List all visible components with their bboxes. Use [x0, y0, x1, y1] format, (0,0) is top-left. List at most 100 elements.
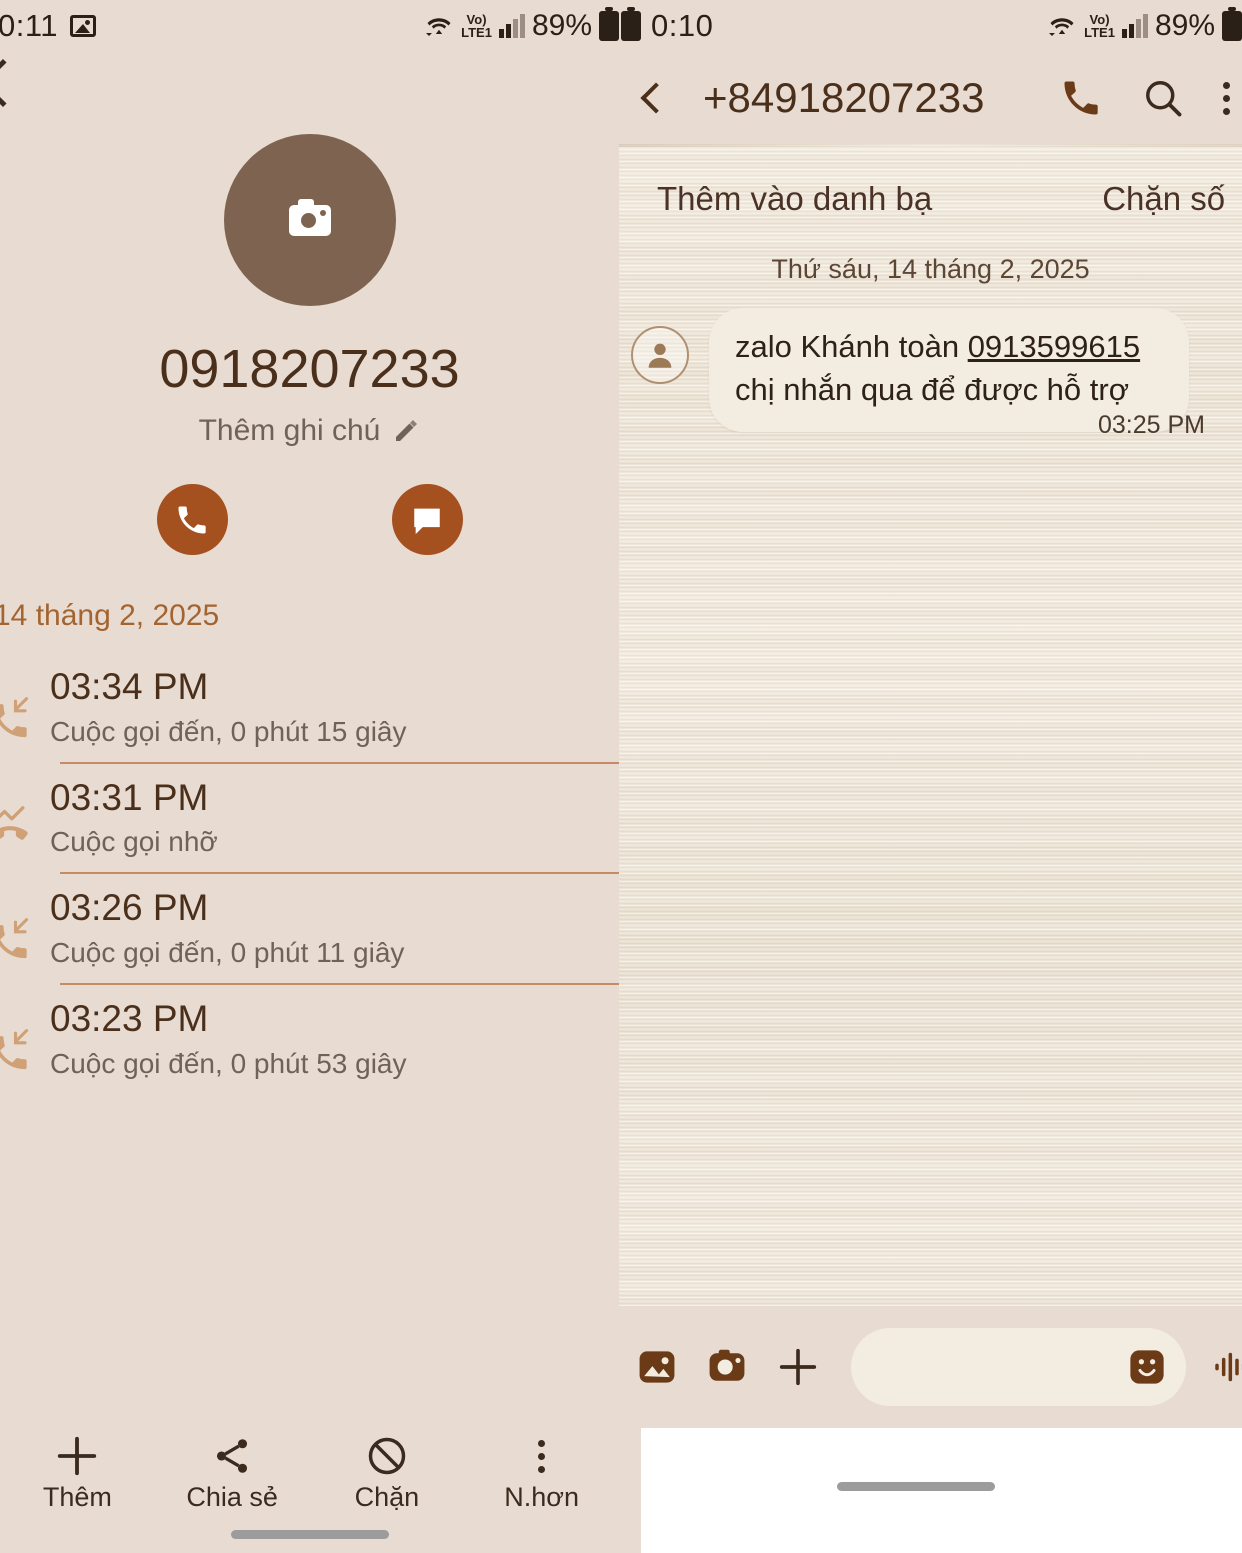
divider [619, 144, 1242, 147]
call-detail: Cuộc gọi đến, 0 phút 15 giây [50, 715, 407, 747]
volte-lte-icon: Vo) LTE1 [1084, 12, 1115, 40]
block-number-button[interactable]: Chặn số [1102, 180, 1225, 218]
call-log-row[interactable]: 03:31 PM Cuộc gọi nhỡ [0, 764, 619, 873]
call-detail: Cuộc gọi nhỡ [50, 826, 218, 858]
back-button-row [0, 52, 619, 112]
volte-lte-icon: Vo) LTE1 [461, 12, 492, 40]
block-icon [310, 1432, 465, 1480]
status-bar-left-group: 0:11 [0, 8, 97, 44]
thread-header: +84918207233 [619, 52, 1242, 144]
call-time: 03:31 PM [50, 776, 209, 818]
block-button[interactable]: Chặn [310, 1432, 465, 1513]
share-icon [155, 1432, 310, 1480]
battery-icon [621, 7, 641, 41]
battery-icon [1222, 7, 1242, 41]
status-bar-left: 0:11 Vo) LTE1 89% [0, 0, 619, 52]
battery-percent: 89% [531, 9, 592, 42]
thread-title: +84918207233 [703, 74, 985, 121]
person-avatar-icon [631, 326, 689, 384]
message-text: zalo Khánh toàn 0913599615 chị nhắn qua … [735, 326, 1163, 412]
call-log-content: 03:23 PM Cuộc gọi đến, 0 phút 53 giây [50, 998, 407, 1080]
missed-call-icon [0, 778, 50, 855]
pencil-icon [392, 417, 420, 445]
home-indicator[interactable] [230, 1530, 389, 1539]
block-button-label: Chặn [354, 1482, 420, 1512]
phone-number-link[interactable]: 0913599615 [968, 329, 1140, 364]
wifi-icon [424, 14, 454, 38]
message-composer [619, 1306, 1242, 1428]
status-bar-right-group: Vo) LTE1 89% [424, 0, 619, 52]
contact-profile: 0918207233 Thêm ghi chú [0, 112, 619, 555]
message-button[interactable] [391, 484, 463, 555]
camera-icon [288, 198, 331, 236]
signal-bars-icon [498, 14, 525, 38]
call-log-date-header: 14 tháng 2, 2025 [0, 599, 220, 632]
call-icon[interactable] [1059, 76, 1103, 120]
call-time: 03:26 PM [50, 887, 209, 929]
call-log-row[interactable]: 03:34 PM Cuộc gọi đến, 0 phút 15 giây [0, 653, 619, 762]
message-input[interactable] [851, 1328, 1186, 1406]
edge-strip [619, 1428, 641, 1553]
voice-waveform-icon[interactable] [1212, 1346, 1242, 1388]
gallery-icon[interactable] [635, 1345, 679, 1389]
photo-icon [70, 15, 97, 37]
call-history-list: 14 tháng 2, 2025 03:34 PM Cuộc gọi đến, … [0, 599, 619, 1094]
avatar[interactable] [223, 134, 396, 306]
date-separator: Thứ sáu, 14 tháng 2, 2025 [771, 254, 1090, 284]
plus-icon[interactable] [775, 1344, 821, 1390]
message-text-before: zalo Khánh toàn [735, 329, 968, 364]
status-bar-right: 0:10 Vo) LTE1 89% [619, 0, 1242, 52]
more-vertical-icon [464, 1432, 619, 1480]
back-chevron-icon[interactable] [0, 58, 28, 108]
add-button-label: Thêm [42, 1482, 112, 1512]
add-note-label: Thêm ghi chú [198, 414, 381, 447]
add-button[interactable]: Thêm [0, 1432, 155, 1513]
call-log-content: 03:31 PM Cuộc gọi nhỡ [50, 776, 218, 859]
battery-percent: 89% [1154, 9, 1215, 42]
status-bar-right-group: Vo) LTE1 89% [1047, 0, 1242, 52]
page-title: 0918207233 [159, 339, 460, 399]
message-row: zalo Khánh toàn 0913599615 chị nhắn qua … [619, 308, 1242, 439]
message-timestamp: 03:25 PM [1097, 410, 1205, 439]
bottom-action-bar: Thêm Chia sẻ Chặn N.hơn [0, 1420, 619, 1553]
incoming-call-icon [0, 888, 50, 965]
sticker-icon[interactable] [1126, 1346, 1168, 1388]
status-time: 0:10 [651, 8, 714, 43]
signal-bars-icon [1121, 14, 1148, 38]
call-button[interactable] [156, 484, 228, 555]
plus-icon [0, 1432, 155, 1480]
wifi-icon [1047, 14, 1077, 38]
dual-screenshot-composite: 0:11 Vo) LTE1 89% 0918207233 Thêm ghi ch… [0, 0, 1242, 1553]
call-log-row[interactable]: 03:26 PM Cuộc gọi đến, 0 phút 11 giây [0, 874, 619, 983]
call-time: 03:34 PM [50, 666, 209, 707]
contact-details-screen: 0:11 Vo) LTE1 89% 0918207233 Thêm ghi ch… [0, 0, 619, 1553]
more-vertical-icon[interactable] [1223, 81, 1230, 115]
more-button-label: N.hơn [504, 1482, 579, 1512]
call-log-content: 03:34 PM Cuộc gọi đến, 0 phút 15 giây [50, 666, 407, 748]
navigation-bar [619, 1428, 1242, 1553]
call-log-content: 03:26 PM Cuộc gọi đến, 0 phút 11 giây [50, 888, 404, 969]
status-time: 0:11 [0, 8, 59, 43]
camera-icon[interactable] [705, 1345, 749, 1389]
message-text-after: chị nhắn qua để được hỗ trợ [735, 371, 1130, 407]
message-bubble-wrap: zalo Khánh toàn 0913599615 chị nhắn qua … [689, 308, 1205, 439]
contact-action-buttons [0, 484, 619, 555]
incoming-call-icon [0, 667, 50, 744]
conversation-area: Thêm vào danh bạ Chặn số Thứ sáu, 14 thá… [619, 144, 1242, 1426]
more-button[interactable]: N.hơn [464, 1432, 619, 1513]
search-icon[interactable] [1141, 76, 1185, 120]
message-thread-screen: 0:10 Vo) LTE1 89% +84918207233 Thêm vào … [619, 0, 1242, 1553]
add-note-button[interactable]: Thêm ghi chú [0, 414, 619, 448]
share-button[interactable]: Chia sẻ [155, 1432, 310, 1513]
call-time: 03:23 PM [50, 998, 209, 1040]
add-to-contacts-button[interactable]: Thêm vào danh bạ [657, 180, 932, 218]
quick-action-row: Thêm vào danh bạ Chặn số [619, 162, 1242, 236]
call-log-row[interactable]: 03:23 PM Cuộc gọi đến, 0 phút 53 giây [0, 985, 619, 1094]
home-indicator[interactable] [837, 1482, 995, 1491]
call-detail: Cuộc gọi đến, 0 phút 53 giây [50, 1047, 407, 1079]
call-detail: Cuộc gọi đến, 0 phút 11 giây [50, 937, 405, 969]
incoming-call-icon [0, 999, 50, 1076]
share-button-label: Chia sẻ [186, 1482, 278, 1512]
battery-icon [599, 7, 619, 41]
back-chevron-icon[interactable] [640, 82, 672, 114]
